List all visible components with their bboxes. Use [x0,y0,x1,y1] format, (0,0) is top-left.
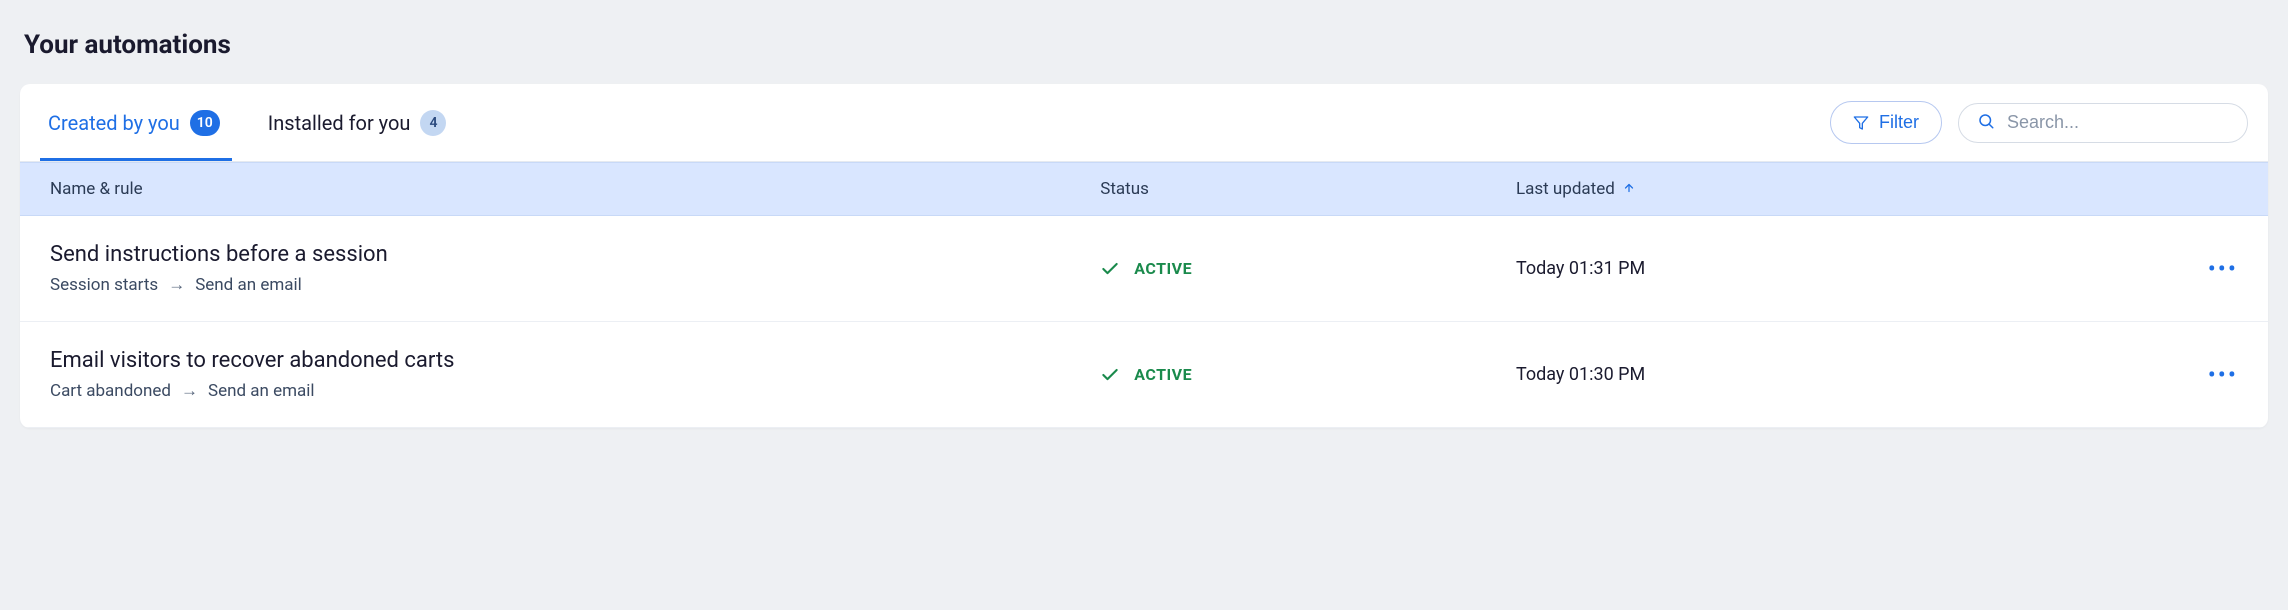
column-updated-label: Last updated [1516,179,1615,199]
tab-label: Installed for you [268,111,411,135]
automations-card: Created by you 10 Installed for you 4 Fi… [20,84,2268,428]
page-title: Your automations [20,20,2268,84]
status-label: ACTIVE [1134,259,1192,278]
cell-name: Email visitors to recover abandoned cart… [50,348,1100,401]
rule-action: Send an email [195,275,302,295]
search-input[interactable] [2007,112,2229,133]
tab-count-badge: 4 [420,110,446,136]
column-last-updated[interactable]: Last updated [1516,179,2178,199]
arrow-right-icon: → [168,275,185,295]
column-name[interactable]: Name & rule [50,179,1100,199]
cell-status: ACTIVE [1100,365,1516,385]
filter-button[interactable]: Filter [1830,101,1942,144]
table-row[interactable]: Send instructions before a session Sessi… [20,216,2268,322]
check-icon [1100,365,1120,385]
tab-count-badge: 10 [190,110,220,136]
column-status[interactable]: Status [1100,179,1516,199]
filter-label: Filter [1879,112,1919,133]
cell-name: Send instructions before a session Sessi… [50,242,1100,295]
cell-actions: ••• [2178,257,2238,281]
cell-actions: ••• [2178,363,2238,387]
more-actions-icon[interactable]: ••• [2208,257,2238,281]
tab-installed-for-you[interactable]: Installed for you 4 [260,84,459,161]
tab-label: Created by you [48,111,180,135]
cell-updated: Today 01:30 PM [1516,364,2178,385]
more-actions-icon[interactable]: ••• [2208,363,2238,387]
table-header: Name & rule Status Last updated [20,162,2268,216]
automation-title: Email visitors to recover abandoned cart… [50,348,1100,373]
rule-action: Send an email [208,381,315,401]
sort-arrow-up-icon [1623,179,1635,199]
search-icon [1977,112,1995,134]
table-row[interactable]: Email visitors to recover abandoned cart… [20,322,2268,428]
check-icon [1100,259,1120,279]
rule-trigger: Cart abandoned [50,381,171,401]
filter-icon [1853,115,1869,131]
automation-rule: Session starts → Send an email [50,275,1100,295]
cell-updated: Today 01:31 PM [1516,258,2178,279]
status-label: ACTIVE [1134,365,1192,384]
rule-trigger: Session starts [50,275,158,295]
tab-created-by-you[interactable]: Created by you 10 [40,84,232,161]
automation-title: Send instructions before a session [50,242,1100,267]
tabs-row: Created by you 10 Installed for you 4 Fi… [20,84,2268,162]
automation-rule: Cart abandoned → Send an email [50,381,1100,401]
cell-status: ACTIVE [1100,259,1516,279]
arrow-right-icon: → [181,381,198,401]
search-wrap[interactable] [1958,103,2248,143]
